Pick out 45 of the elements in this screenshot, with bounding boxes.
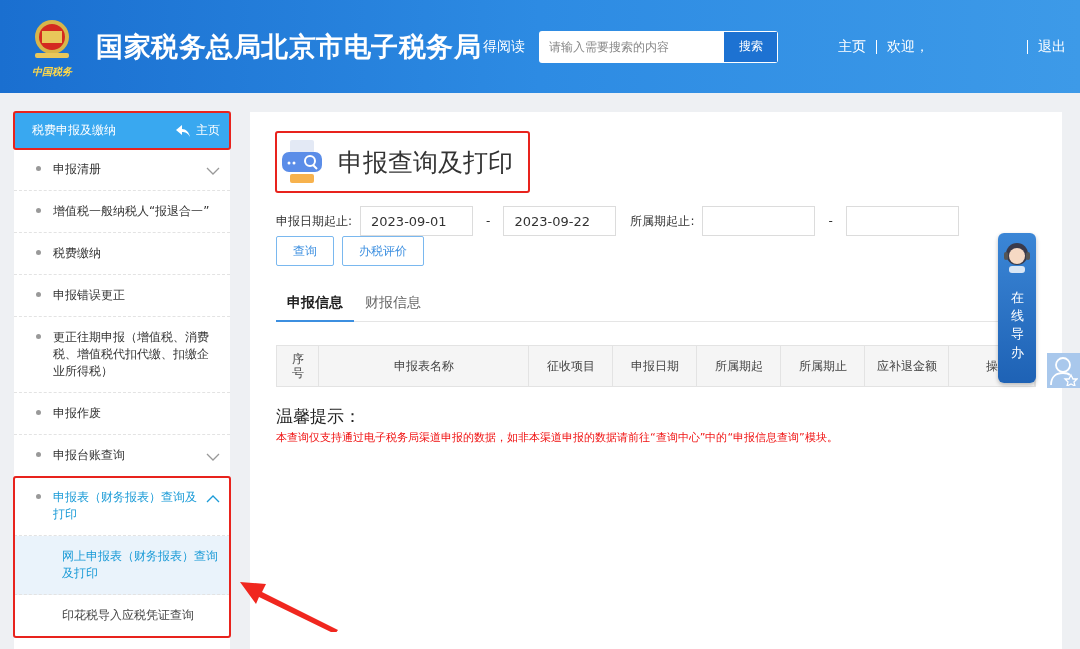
user-star-icon — [1049, 355, 1078, 386]
range-dash: - — [828, 214, 833, 228]
date-field[interactable]: 2023-09-01 — [360, 206, 474, 236]
header-link[interactable]: 得阅读 — [483, 37, 525, 56]
sidebar-item[interactable]: 税费缴纳 — [14, 233, 230, 275]
date-field[interactable] — [702, 206, 816, 236]
column-header: 所属期止 — [781, 346, 865, 386]
date-field[interactable] — [845, 206, 959, 236]
search-button[interactable]: 搜索 — [723, 30, 778, 63]
sidebar-item[interactable]: 申报作废 — [14, 393, 230, 435]
column-header: 应补退金额 — [865, 346, 949, 386]
user-tab[interactable] — [1047, 353, 1080, 388]
column-header: 序号 — [277, 346, 319, 386]
action-button[interactable]: 查询 — [276, 236, 334, 266]
range-dash: - — [486, 214, 491, 228]
site-title: 国家税务总局北京市电子税务局 — [96, 29, 481, 64]
filter-label: 申报日期起止: — [276, 212, 353, 230]
printer-search-icon — [280, 138, 324, 186]
sidebar-item[interactable]: 申报错误更正 — [14, 275, 230, 317]
sidebar-title: 税费申报及缴纳 — [32, 122, 116, 139]
notice-text: 本查询仅支持通过电子税务局渠道申报的数据，如非本渠道申报的数据请前往“查询中心”中的“申报信息查询”模块。 — [276, 430, 839, 445]
online-guide-button[interactable]: 在线导办 — [998, 233, 1036, 383]
sidebar-item[interactable]: 增值税一般纳税人“报退合一” — [14, 191, 230, 233]
agent-icon — [1002, 241, 1032, 273]
tab[interactable]: 财报信息 — [354, 286, 432, 322]
chevron-down-icon — [206, 453, 220, 461]
column-header: 征收项目 — [529, 346, 613, 386]
action-button[interactable]: 办税评价 — [342, 236, 424, 266]
column-header: 申报日期 — [613, 346, 697, 386]
column-header: 所属期起 — [697, 346, 781, 386]
sidebar-item[interactable]: 更正往期申报（增值税、消费税、增值税代扣代缴、扣缴企业所得税） — [14, 317, 230, 393]
logo-text: 中国税务 — [32, 64, 72, 79]
filter-label: 所属期起止: — [630, 212, 695, 230]
chevron-down-icon — [206, 167, 220, 175]
sidebar-group[interactable]: 申报台账查询 — [14, 435, 230, 477]
column-header: 申报表名称 — [319, 346, 529, 386]
notice-title: 温馨提示： — [276, 405, 362, 428]
tab[interactable]: 申报信息 — [276, 286, 354, 322]
date-field[interactable]: 2023-09-22 — [503, 206, 617, 236]
welcome-text: 欢迎， — [887, 37, 930, 56]
chevron-up-icon — [206, 495, 220, 503]
search-field[interactable]: 请输入需要搜索的内容 — [539, 30, 723, 63]
sidebar-group[interactable]: 申报清册 — [14, 149, 230, 191]
reply-arrow-icon — [176, 124, 190, 137]
page-title: 申报查询及打印 — [338, 146, 513, 179]
